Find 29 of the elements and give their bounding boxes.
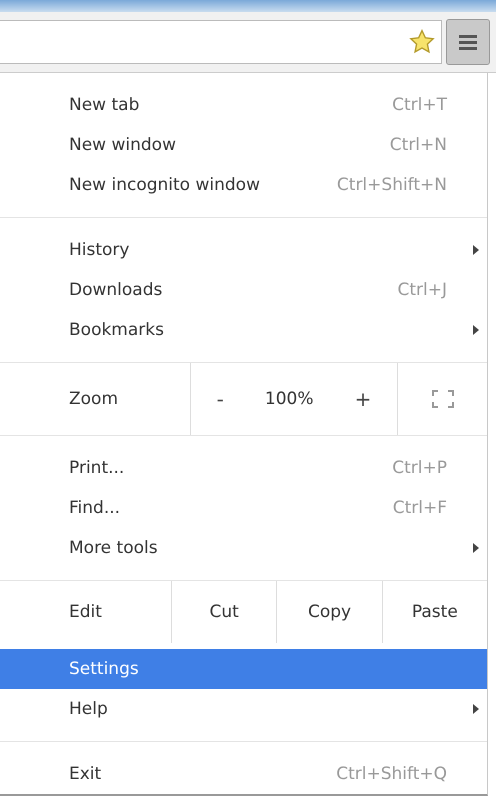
menu-item[interactable]: New tab Ctrl+T [0,85,487,125]
menu-item[interactable]: Settings [0,649,487,689]
menu-item[interactable]: Print... Ctrl+P [0,448,487,488]
shortcut-text: Ctrl+Shift+Q [336,764,447,784]
menu-item[interactable]: New incognito window Ctrl+Shift+N [0,165,487,205]
menu-item[interactable]: Exit Ctrl+Shift+Q [0,754,487,794]
menu-item[interactable]: More tools [0,528,487,568]
shortcut-text: Ctrl+J [397,280,447,300]
address-bar[interactable] [0,20,442,64]
star-icon[interactable] [409,29,435,55]
shortcut-text: Ctrl+F [392,498,447,518]
fullscreen-icon [432,390,454,408]
menu-button[interactable] [446,19,490,65]
menu-item[interactable]: History [0,230,487,270]
menu-item[interactable]: Find... Ctrl+F [0,488,487,528]
shortcut-text: Ctrl+P [392,458,447,478]
menu-item[interactable]: New window Ctrl+N [0,125,487,165]
edit-label: Edit [68,601,103,624]
zoom-out-button[interactable]: - [206,387,234,411]
zoom-level: 100% [264,389,314,409]
zoom-label: Zoom [68,388,120,411]
menu-item[interactable]: Downloads Ctrl+J [0,270,487,310]
shortcut-text: Ctrl+Shift+N [336,175,447,195]
shortcut-text: Ctrl+T [392,95,447,115]
shortcut-text: Ctrl+N [390,135,447,155]
menu-item[interactable]: Help [0,689,487,729]
menu-item[interactable]: Bookmarks [0,310,487,350]
menu-icon [458,33,478,51]
zoom-in-button[interactable]: + [344,387,382,411]
